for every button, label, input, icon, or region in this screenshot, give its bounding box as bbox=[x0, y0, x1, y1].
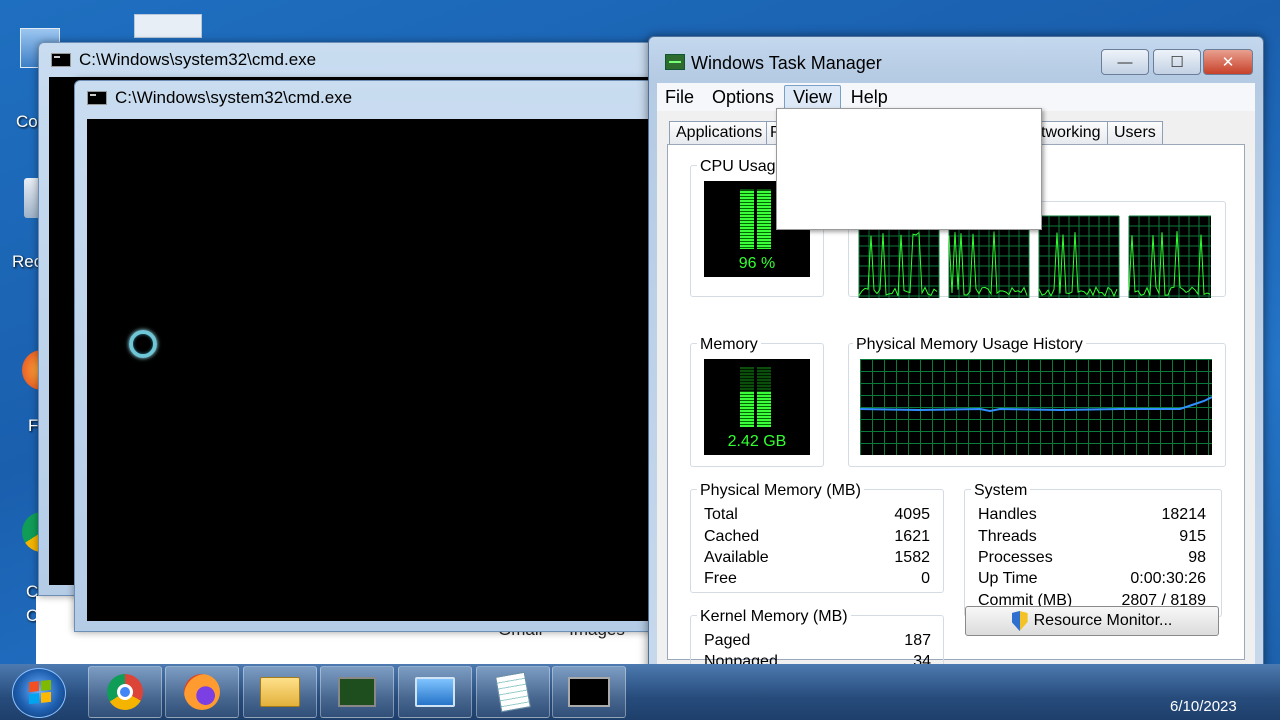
cmd-icon bbox=[87, 91, 107, 105]
memory-label: Memory bbox=[697, 336, 761, 354]
tab-users[interactable]: Users bbox=[1107, 121, 1163, 145]
meter-fill bbox=[740, 392, 754, 427]
cmd-front-titlebar[interactable]: C:\Windows\system32\cmd.exe bbox=[87, 87, 352, 109]
system-row: Handles 18214 bbox=[978, 506, 1206, 523]
memory-bar-right bbox=[757, 367, 771, 427]
menu-help[interactable]: Help bbox=[843, 86, 896, 109]
file-explorer-icon bbox=[260, 677, 300, 707]
cpu-bar-left bbox=[740, 189, 754, 249]
chrome-icon bbox=[107, 674, 143, 710]
cpu-usage-value: 96 % bbox=[738, 255, 776, 272]
kernel-memory-row: Paged 187 bbox=[704, 632, 931, 649]
cmd-icon bbox=[51, 53, 71, 67]
system-row: Processes 98 bbox=[978, 549, 1206, 566]
windows-logo-icon bbox=[29, 679, 51, 705]
control-panel-icon[interactable] bbox=[134, 14, 202, 38]
memory-history-line bbox=[860, 396, 1212, 413]
menu-options[interactable]: Options bbox=[704, 86, 782, 109]
memory-history-group: Physical Memory Usage History bbox=[848, 336, 1226, 467]
start-button[interactable] bbox=[12, 668, 66, 718]
taskbar-clock[interactable]: 6/10/2023 bbox=[1170, 698, 1237, 715]
meter-fill bbox=[740, 191, 754, 249]
busy-cursor-icon bbox=[129, 330, 157, 358]
memory-usage-value: 2.42 GB bbox=[727, 433, 787, 450]
physical-memory-group: Physical Memory (MB) Total 4095 Cached 162… bbox=[690, 482, 944, 593]
meter-fill bbox=[757, 392, 771, 427]
view-menu-dropdown[interactable] bbox=[776, 108, 1042, 230]
system-label: System bbox=[971, 482, 1031, 500]
physical-memory-row: Free 0 bbox=[704, 570, 930, 587]
cmd-front-title: C:\Windows\system32\cmd.exe bbox=[115, 88, 353, 107]
cmd-back-title: C:\Windows\system32\cmd.exe bbox=[79, 50, 317, 69]
minimize-button[interactable]: — bbox=[1101, 49, 1149, 75]
taskbar-notepad[interactable] bbox=[476, 666, 550, 718]
notepad-icon bbox=[495, 671, 531, 713]
resource-monitor-button[interactable]: Resource Monitor... bbox=[965, 606, 1219, 636]
physical-memory-row: Cached 1621 bbox=[704, 528, 930, 545]
menu-bar: File Options View Help bbox=[657, 83, 1255, 111]
memory-group: Memory 2.42 GB bbox=[690, 336, 824, 467]
close-button[interactable]: ✕ bbox=[1203, 49, 1253, 75]
cmd-window-front[interactable]: C:\Windows\system32\cmd.exe bbox=[74, 80, 661, 632]
system-row: Threads 915 bbox=[978, 528, 1206, 545]
physical-memory-row: Total 4095 bbox=[704, 506, 930, 523]
physical-memory-label: Physical Memory (MB) bbox=[697, 482, 864, 500]
cpu-usage-label: CPU Usage bbox=[697, 158, 788, 176]
cpu-meter-bars bbox=[740, 189, 771, 249]
uac-shield-icon bbox=[1011, 611, 1028, 631]
firefox-icon bbox=[184, 674, 220, 710]
memory-meter: 2.42 GB bbox=[704, 359, 810, 455]
taskbar-chrome[interactable] bbox=[88, 666, 162, 718]
memory-history-graph bbox=[860, 359, 1212, 455]
menu-file[interactable]: File bbox=[657, 86, 702, 109]
cmd-front-console[interactable] bbox=[87, 119, 661, 621]
taskbar-cmd[interactable] bbox=[552, 666, 626, 718]
memory-bar-left bbox=[740, 367, 754, 427]
maximize-button[interactable]: ☐ bbox=[1153, 49, 1201, 75]
desktop-label-firefox: F bbox=[28, 416, 39, 435]
tab-networking[interactable]: tworking bbox=[1041, 121, 1108, 145]
physical-memory-row: Available 1582 bbox=[704, 549, 930, 566]
tab-applications[interactable]: Applications bbox=[669, 121, 770, 145]
desktop-label-computer: Co bbox=[16, 112, 38, 131]
cmd-icon bbox=[568, 677, 610, 707]
menu-view[interactable]: View bbox=[784, 84, 841, 110]
system-group: System Handles 18214 Threads 915 Processes… bbox=[964, 482, 1222, 617]
task-manager-icon bbox=[338, 677, 376, 707]
taskbar-firefox[interactable] bbox=[165, 666, 239, 718]
system-row: Up Time 0:00:30:26 bbox=[978, 570, 1206, 587]
resource-monitor-label: Resource Monitor... bbox=[1033, 612, 1173, 629]
window-title: Windows Task Manager bbox=[691, 53, 882, 73]
taskbar-file-explorer[interactable] bbox=[243, 666, 317, 718]
cmd-back-titlebar[interactable]: C:\Windows\system32\cmd.exe bbox=[51, 49, 316, 71]
memory-meter-bars bbox=[740, 367, 771, 427]
kernel-memory-label: Kernel Memory (MB) bbox=[697, 608, 851, 626]
cpu-bar-right bbox=[757, 189, 771, 249]
task-manager-icon bbox=[665, 54, 685, 70]
remote-desktop-icon bbox=[415, 677, 455, 707]
meter-fill bbox=[757, 191, 771, 249]
memory-history-label: Physical Memory Usage History bbox=[853, 336, 1086, 354]
taskbar-task-manager[interactable] bbox=[320, 666, 394, 718]
taskbar-remote-desktop[interactable] bbox=[398, 666, 472, 718]
